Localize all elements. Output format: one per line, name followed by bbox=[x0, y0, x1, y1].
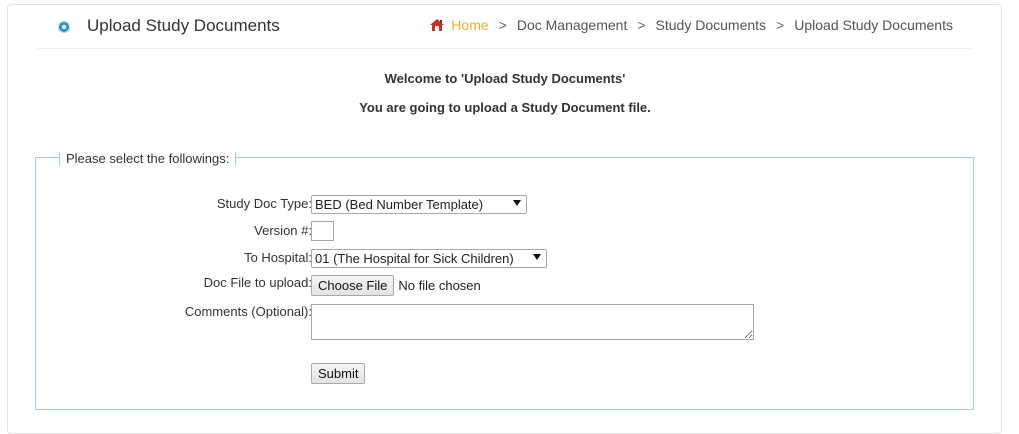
breadcrumb-current-page: Upload Study Documents bbox=[794, 17, 953, 33]
page-header: Upload Study Documents Home > Doc Manage… bbox=[37, 8, 973, 49]
hospital-select[interactable]: 01 (The Hospital for Sick Children) bbox=[311, 249, 547, 268]
breadcrumb-separator: > bbox=[776, 17, 785, 33]
bullet-circle-icon bbox=[58, 21, 70, 33]
file-status-text: No file chosen bbox=[398, 278, 481, 293]
breadcrumb-home-link[interactable]: Home bbox=[451, 17, 488, 33]
breadcrumb-separator: > bbox=[637, 17, 646, 33]
comments-label: Comments (Optional): bbox=[184, 304, 312, 319]
page-title: Upload Study Documents bbox=[87, 16, 280, 35]
fieldset-legend: Please select the followings: bbox=[59, 152, 237, 166]
submit-button[interactable]: Submit bbox=[311, 363, 366, 384]
breadcrumb-study-documents[interactable]: Study Documents bbox=[656, 17, 767, 33]
doc-type-label: Study Doc Type: bbox=[216, 196, 312, 211]
doc-type-select[interactable]: BED (Bed Number Template) bbox=[311, 195, 527, 214]
home-icon[interactable] bbox=[429, 18, 445, 32]
breadcrumb-separator: > bbox=[498, 17, 507, 33]
version-label: Version #: bbox=[254, 223, 312, 238]
hospital-label: To Hospital: bbox=[244, 250, 312, 265]
file-input[interactable]: Choose File No file chosen bbox=[311, 275, 481, 296]
version-input[interactable] bbox=[311, 221, 334, 241]
choose-file-button[interactable]: Choose File bbox=[311, 275, 395, 296]
welcome-subheading: You are going to upload a Study Document… bbox=[359, 100, 651, 115]
doc-type-select-wrapper[interactable]: BED (Bed Number Template) bbox=[311, 195, 527, 214]
comments-textarea[interactable] bbox=[311, 304, 754, 340]
breadcrumb-doc-management[interactable]: Doc Management bbox=[517, 17, 628, 33]
welcome-heading: Welcome to 'Upload Study Documents' bbox=[384, 71, 626, 86]
doc-file-label: Doc File to upload: bbox=[203, 275, 312, 290]
hospital-select-wrapper[interactable]: 01 (The Hospital for Sick Children) bbox=[311, 249, 547, 268]
breadcrumb: Home > Doc Management > Study Documents … bbox=[429, 17, 953, 33]
